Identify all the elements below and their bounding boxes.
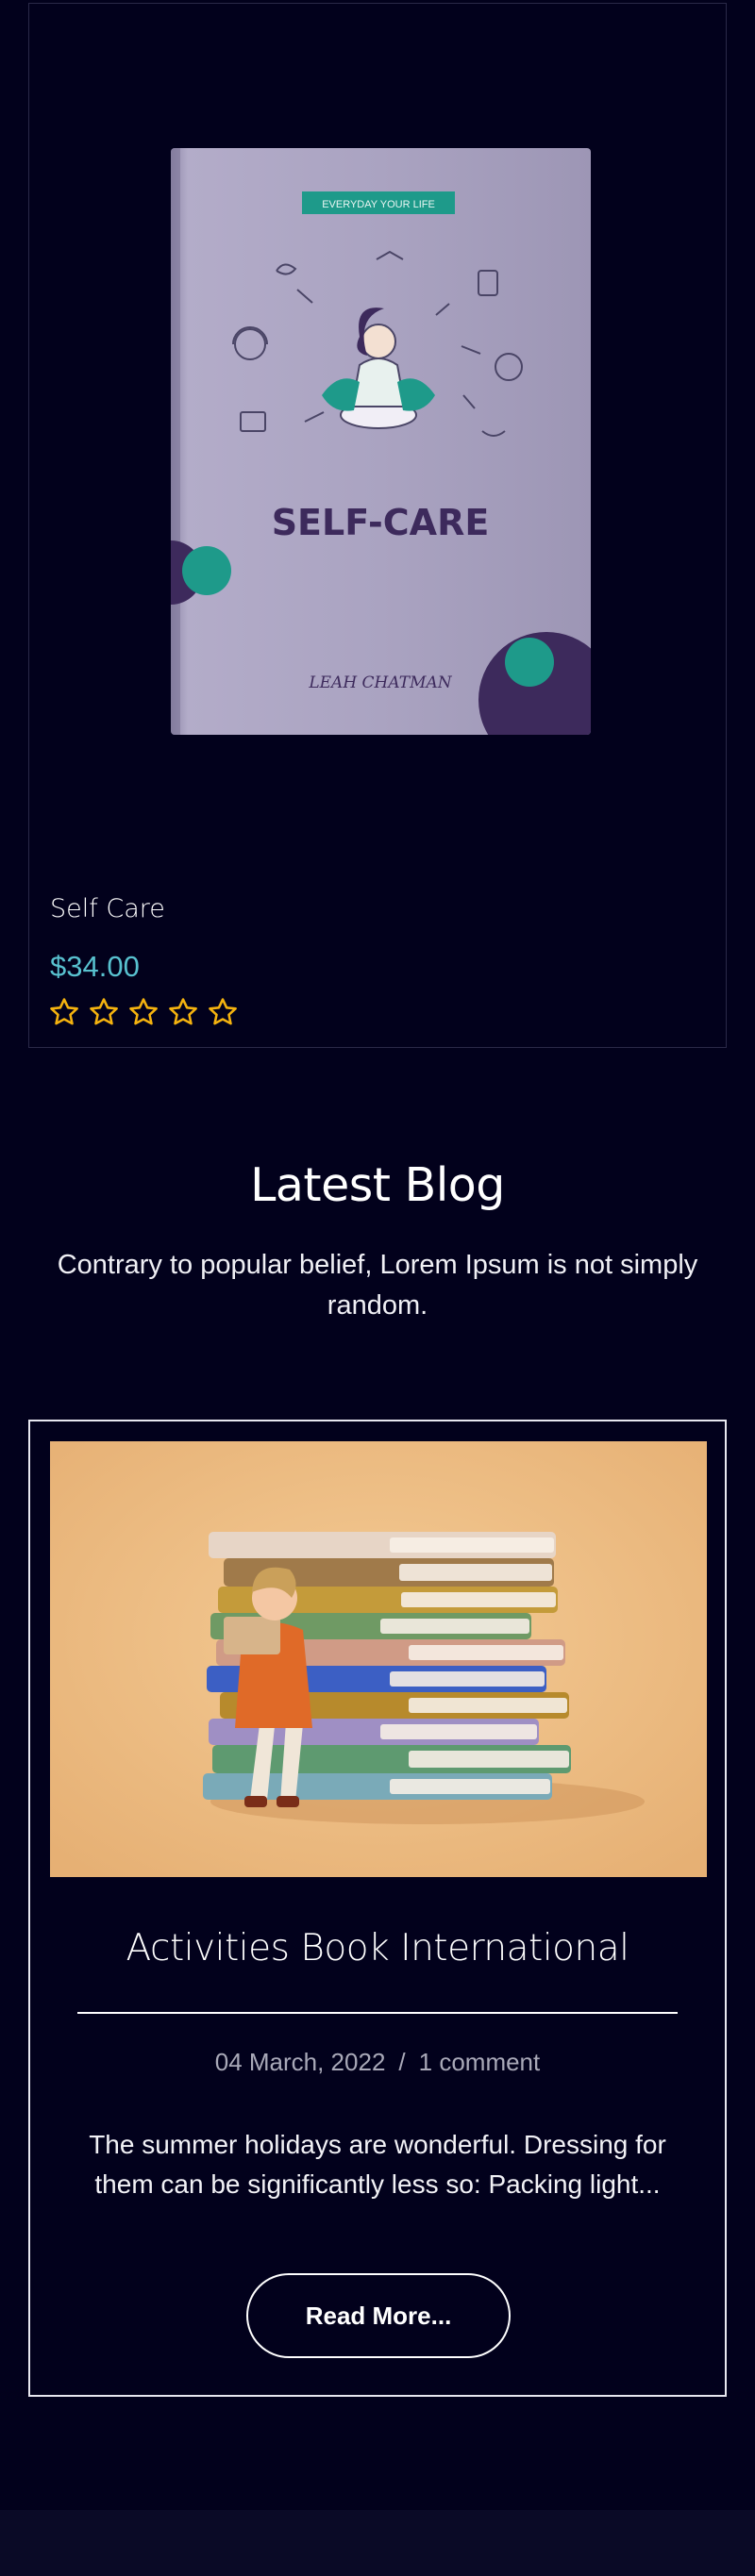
cover-author-text: LEAH CHATMAN — [308, 673, 452, 692]
section-heading: Latest Blog — [250, 1158, 505, 1212]
blog-post-excerpt: The summer holidays are wonderful. Dress… — [89, 2130, 666, 2199]
cover-banner-text: EVERYDAY YOUR LIFE — [322, 199, 435, 210]
star-outline-icon — [90, 998, 118, 1025]
star-outline-icon — [129, 998, 158, 1025]
product-price: $34.00 — [50, 950, 140, 983]
comments-link[interactable]: 1 comment — [419, 2048, 541, 2076]
star-outline-icon — [169, 998, 197, 1025]
product-card[interactable]: EVERYDAY YOUR LIFE SELF-CARE LEAH CHATMA… — [28, 3, 727, 1048]
post-date: 04 March, 2022 — [214, 2048, 386, 2076]
cover-title-text: SELF-CARE — [272, 502, 490, 543]
product-image[interactable]: EVERYDAY YOUR LIFE SELF-CARE LEAH CHATMA… — [171, 148, 591, 735]
blog-post-image[interactable] — [50, 1441, 707, 1877]
blog-post-title[interactable]: Activities Book International — [30, 1927, 725, 1969]
star-outline-icon — [50, 998, 78, 1025]
section-subtitle: Contrary to popular belief, Lorem Ipsum … — [57, 1250, 698, 1321]
star-rating — [48, 996, 239, 1028]
footer — [0, 2510, 755, 2576]
meta-separator: / — [398, 2048, 406, 2076]
divider — [77, 2012, 678, 2014]
read-more-button[interactable]: Read More... — [246, 2273, 511, 2358]
blog-post-meta: 04 March, 2022 / 1 comment — [30, 2048, 725, 2077]
star-outline-icon — [209, 998, 237, 1025]
blog-card: Activities Book International 04 March, … — [28, 1420, 727, 2397]
product-title[interactable]: Self Care — [50, 894, 165, 923]
